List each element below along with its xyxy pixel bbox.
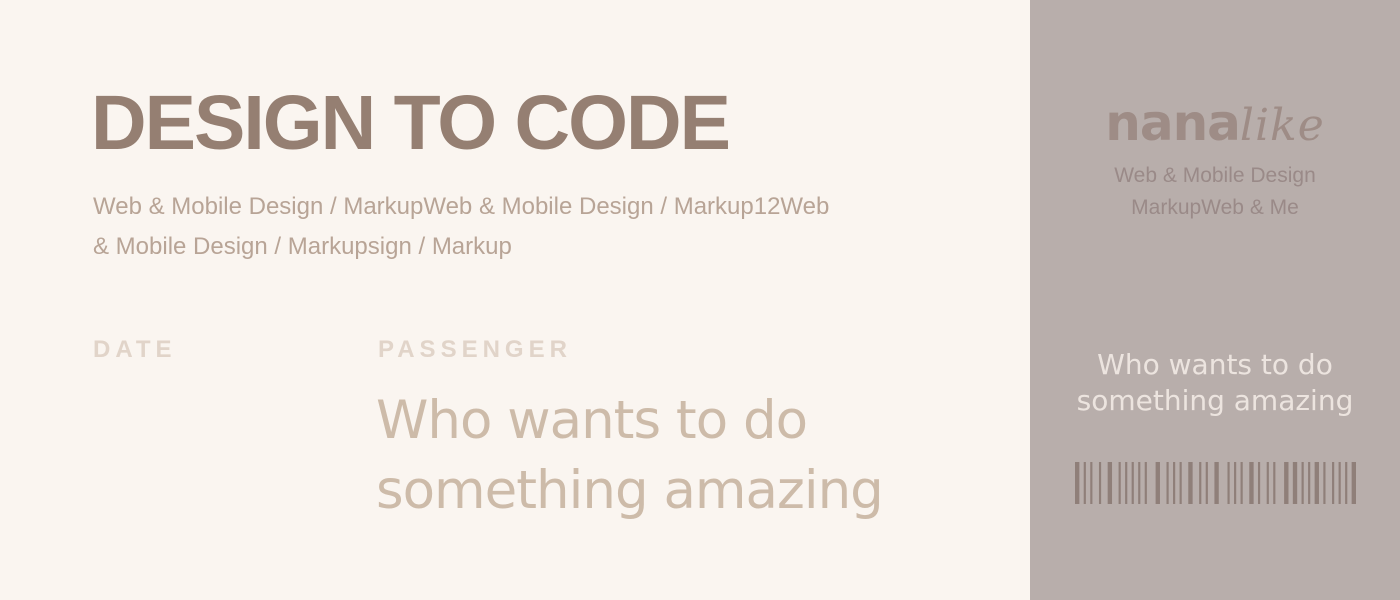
passenger-value: Who wants to do something amazing xyxy=(376,390,884,521)
barcode-bar xyxy=(1125,462,1128,504)
barcode-bar xyxy=(1234,462,1237,504)
barcode-bar xyxy=(1249,462,1254,504)
barcode-bar xyxy=(1098,462,1102,504)
stub-tagline-line: something amazing xyxy=(1076,384,1354,417)
barcode-bar xyxy=(1301,462,1304,504)
barcode-bar xyxy=(1323,462,1326,504)
passenger-label: PASSENGER xyxy=(378,336,572,363)
brand-logo: nanalike xyxy=(1030,93,1400,156)
barcode-bar xyxy=(1188,462,1193,504)
ticket-main: DESIGN TO CODE Web & Mobile Design / Mar… xyxy=(0,0,1030,600)
barcode-bar xyxy=(1083,462,1086,504)
barcode-bar xyxy=(1227,462,1230,504)
barcode-bar xyxy=(1214,462,1219,504)
brand-logo-main: nana xyxy=(1105,94,1241,152)
barcode-bar xyxy=(1266,462,1269,504)
barcode-bar xyxy=(1138,462,1141,504)
brand-logo-accent: like xyxy=(1239,100,1325,151)
barcode-bar xyxy=(1173,462,1176,504)
barcode-bar xyxy=(1338,462,1341,504)
barcode-bar xyxy=(1314,462,1319,504)
barcode-bar xyxy=(1257,462,1261,504)
barcode-bar xyxy=(1179,462,1182,504)
date-label: DATE xyxy=(93,336,177,363)
barcode-bar xyxy=(1292,462,1298,504)
ticket-stub xyxy=(1030,0,1400,600)
barcode-bar xyxy=(1107,462,1113,504)
barcode-bar xyxy=(1345,462,1348,504)
barcode-bar xyxy=(1166,462,1169,504)
stub-tagline: Who wants to do something amazing xyxy=(1030,347,1400,419)
barcode-bar xyxy=(1240,462,1243,504)
stub-subtitle: Web & Mobile Design MarkupWeb & Me xyxy=(1030,160,1400,224)
barcode-bar xyxy=(1308,462,1311,504)
barcode-bar xyxy=(1284,462,1289,504)
stub-subtitle-line: Web & Mobile Design xyxy=(1114,164,1316,187)
barcode-bar xyxy=(1273,462,1276,504)
barcode-bar xyxy=(1144,462,1147,504)
barcode-bar xyxy=(1118,462,1121,504)
barcode-bar xyxy=(1351,462,1356,504)
barcode-bar xyxy=(1155,462,1160,504)
barcode-bar xyxy=(1131,462,1134,504)
barcode-bar xyxy=(1205,462,1208,504)
ticket-subtitle: Web & Mobile Design / MarkupWeb & Mobile… xyxy=(93,193,830,260)
barcode-bar xyxy=(1075,462,1080,504)
barcode-bar xyxy=(1199,462,1202,504)
barcode-bar xyxy=(1090,462,1093,504)
stub-subtitle-line: MarkupWeb & Me xyxy=(1131,196,1299,219)
barcode-bar xyxy=(1332,462,1335,504)
ticket-title: DESIGN TO CODE xyxy=(91,80,731,166)
barcode xyxy=(1075,462,1356,504)
stub-tagline-line: Who wants to do xyxy=(1097,348,1333,381)
